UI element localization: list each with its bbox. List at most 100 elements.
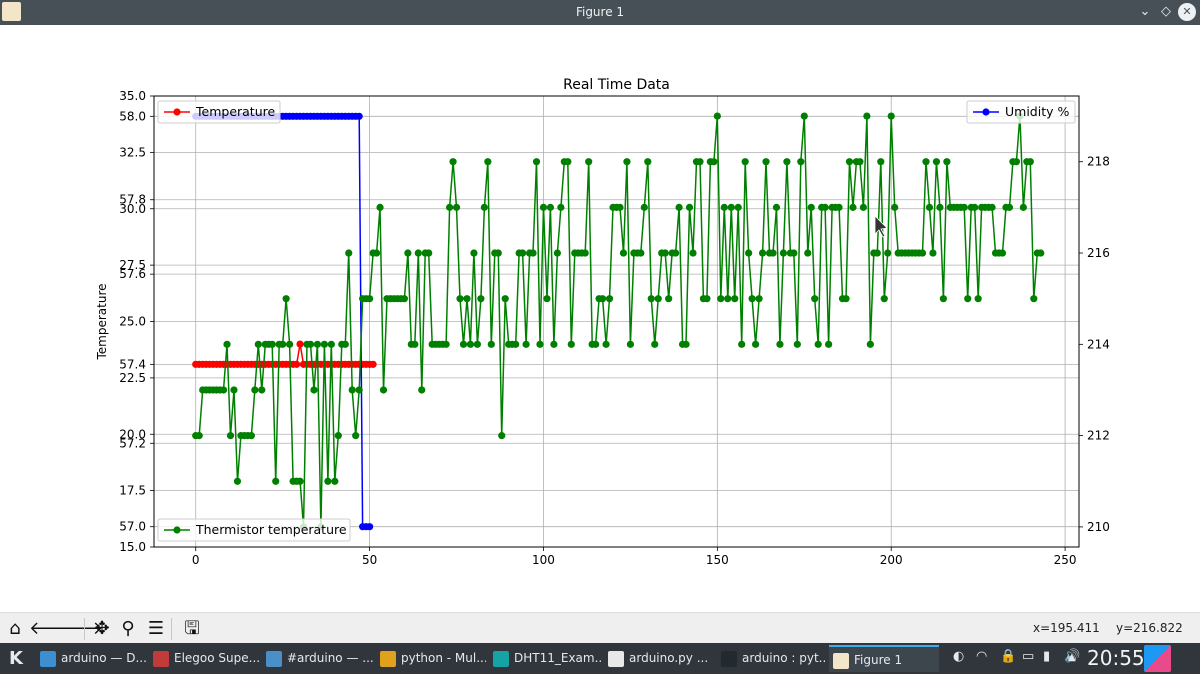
- forward-arrow-icon[interactable]: 🡒: [55, 617, 103, 641]
- zoom-magnifier-icon[interactable]: ⚲: [116, 617, 140, 641]
- legend-thermistor-temperature: Thermistor temperature: [157, 518, 351, 542]
- data-point: [366, 295, 374, 303]
- data-point: [682, 340, 690, 348]
- x-tick-label: 50: [362, 553, 377, 567]
- data-point: [755, 295, 763, 303]
- data-point: [929, 249, 937, 257]
- data-point: [372, 249, 381, 257]
- taskbar-task-label: Figure 1: [854, 653, 903, 667]
- data-point: [745, 249, 753, 257]
- data-point: [960, 203, 968, 211]
- data-point: [811, 295, 819, 303]
- data-point: [404, 249, 412, 257]
- data-point: [748, 295, 756, 303]
- show-desktop-icon[interactable]: [1144, 645, 1171, 672]
- save-floppy-icon[interactable]: 🖫: [180, 617, 204, 641]
- data-point: [550, 340, 558, 348]
- subplots-sliders-icon[interactable]: ☰: [144, 617, 168, 641]
- data-point: [772, 203, 781, 211]
- data-point: [195, 432, 203, 440]
- x-tick-label: 0: [192, 553, 200, 567]
- legend-marker: [982, 108, 990, 116]
- data-point: [522, 340, 530, 348]
- home-icon[interactable]: ⌂: [3, 617, 27, 641]
- data-point: [936, 203, 944, 211]
- data-point: [793, 340, 801, 348]
- data-point: [741, 158, 749, 166]
- data-point: [296, 340, 304, 348]
- data-point: [647, 295, 655, 303]
- data-point: [501, 295, 509, 303]
- data-point: [369, 360, 377, 368]
- storage-icon[interactable]: ▭: [1022, 649, 1034, 664]
- text-file-icon: [608, 650, 624, 667]
- application-launcher-icon[interactable]: K: [4, 647, 28, 671]
- data-point: [925, 203, 934, 211]
- data-point: [738, 340, 746, 348]
- legend-marker: [173, 526, 181, 534]
- chat-icon: [266, 650, 282, 667]
- taskbar-task[interactable]: arduino — D...: [36, 645, 146, 672]
- data-point: [449, 158, 457, 166]
- data-point: [581, 249, 589, 257]
- data-point: [313, 340, 322, 348]
- data-point: [487, 340, 495, 348]
- wifi-icon[interactable]: ◠: [976, 649, 987, 664]
- plot-svg[interactable]: Real Time Data Temperature 0 50 100 150 200 250…: [0, 25, 1200, 612]
- taskbar-task[interactable]: #arduino — ...: [262, 645, 373, 672]
- data-point: [751, 340, 760, 348]
- y-tick-label-right: 214: [1087, 337, 1110, 351]
- network-manager-icon[interactable]: ◐: [953, 649, 964, 664]
- data-point: [477, 295, 485, 303]
- legend-marker: [173, 108, 181, 116]
- figure-canvas[interactable]: Real Time Data Temperature 0 50 100 150 200 250…: [0, 25, 1200, 612]
- data-point: [327, 340, 335, 348]
- data-point: [727, 203, 735, 211]
- y-tick-label-left: 17.5: [119, 484, 146, 498]
- data-point: [779, 249, 788, 257]
- taskbar: K arduino — D... Elegoo Supe... #arduino —…: [0, 643, 1200, 674]
- taskbar-task[interactable]: python - Mul...: [376, 645, 486, 672]
- data-point: [1012, 158, 1021, 166]
- taskbar-task[interactable]: arduino.py ...: [604, 645, 714, 672]
- data-point: [939, 295, 947, 303]
- chevron-down-icon[interactable]: ⌄: [1136, 3, 1154, 21]
- clock[interactable]: 20:55: [1087, 646, 1145, 670]
- data-point: [825, 340, 833, 348]
- x-coordinate-readout: x=195.411: [1033, 621, 1100, 635]
- data-point: [331, 477, 339, 485]
- data-point: [425, 249, 433, 257]
- y-tick-label-left: 57.4: [119, 357, 146, 371]
- close-icon[interactable]: ✕: [1178, 3, 1196, 21]
- data-point: [279, 340, 287, 348]
- data-point: [623, 158, 631, 166]
- data-point: [268, 340, 276, 348]
- diamond-icon[interactable]: ◇: [1157, 3, 1175, 21]
- taskbar-task-label: Elegoo Supe...: [174, 651, 259, 665]
- data-point: [602, 340, 610, 348]
- pan-move-icon[interactable]: ✥: [90, 617, 114, 641]
- data-point: [484, 158, 492, 166]
- taskbar-task[interactable]: DHT11_Exam...: [489, 645, 601, 672]
- data-point: [418, 386, 426, 394]
- battery-icon[interactable]: ▮: [1043, 649, 1050, 664]
- data-point: [553, 249, 561, 257]
- tray-expand-icon[interactable]: ▲: [1068, 652, 1076, 663]
- taskbar-task-label: python - Mul...: [401, 651, 486, 665]
- data-point: [341, 340, 349, 348]
- back-arrow-icon[interactable]: 🡐: [29, 617, 77, 641]
- data-point: [355, 112, 363, 120]
- lock-icon[interactable]: 🔒: [1000, 649, 1016, 664]
- taskbar-task[interactable]: Figure 1: [829, 645, 939, 672]
- data-point: [494, 249, 502, 257]
- mouse-cursor-icon: [874, 215, 888, 238]
- data-point: [282, 295, 290, 303]
- data-point: [296, 477, 304, 485]
- data-point: [974, 295, 982, 303]
- y-tick-label-right: 216: [1087, 246, 1110, 260]
- window-titlebar[interactable]: Figure 1 ⌄ ◇ ✕: [0, 0, 1200, 25]
- x-tick-label: 200: [880, 553, 903, 567]
- taskbar-task[interactable]: arduino : pyt...: [717, 645, 826, 672]
- taskbar-task[interactable]: Elegoo Supe...: [149, 645, 259, 672]
- data-point: [873, 249, 881, 257]
